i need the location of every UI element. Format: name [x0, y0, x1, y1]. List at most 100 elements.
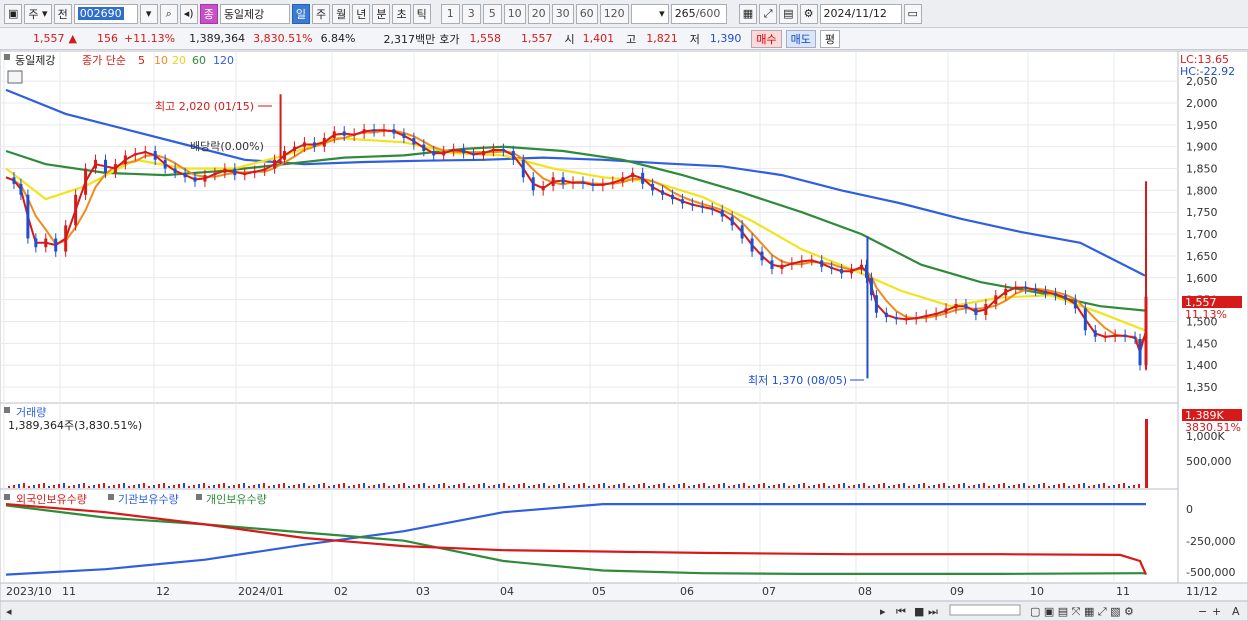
volume-bar: [248, 486, 250, 488]
legend-ma10[interactable]: 10: [154, 54, 168, 67]
legend-marker: [4, 54, 10, 60]
volume-title[interactable]: 거래량: [16, 406, 46, 419]
candle-body: [1024, 286, 1028, 289]
candle-body: [243, 172, 247, 176]
volume-bar: [1088, 486, 1090, 488]
volume-bar: [668, 486, 670, 488]
candle-body: [894, 317, 898, 320]
volume-bar: [753, 485, 755, 488]
scroll-last-icon[interactable]: ⏭: [928, 605, 938, 618]
volume-panel: [0, 402, 1179, 490]
foreign-holdings-label[interactable]: 외국인보유수량: [16, 493, 87, 506]
volume-bar: [648, 486, 650, 488]
volume-bar: [663, 483, 665, 488]
volume-bar: [48, 486, 50, 488]
volume-bar: [423, 483, 425, 488]
stock-chart[interactable]: 2,0502,0001,9501,9001,8501,8001,7501,700…: [0, 0, 1248, 621]
volume-bar: [968, 486, 970, 488]
volume-bar: [723, 483, 725, 488]
volume-bar: [833, 485, 835, 488]
candle-body: [44, 238, 48, 248]
date-tick-label: 2024/01: [238, 585, 284, 598]
volume-bar: [868, 486, 870, 488]
volume-bar: [908, 486, 910, 488]
volume-bar: [158, 484, 160, 488]
price-tick-label: 1,350: [1186, 381, 1218, 394]
volume-bar: [338, 484, 340, 488]
candle-body: [1113, 334, 1117, 337]
candle-body: [26, 194, 30, 239]
volume-bar: [28, 486, 30, 488]
volume-bar: [788, 486, 790, 488]
volume-bar: [903, 483, 905, 488]
candle-body: [462, 148, 466, 154]
zoom-out-icon[interactable]: −: [1198, 605, 1207, 618]
candle-body: [730, 216, 734, 226]
volume-bar: [88, 486, 90, 488]
table-view-icon[interactable]: [7, 70, 23, 84]
date-tick-label: 11: [62, 585, 76, 598]
volume-bar: [403, 483, 405, 488]
scroll-first-icon[interactable]: ⏮: [896, 605, 906, 618]
date-tick-label: 07: [762, 585, 776, 598]
volume-legend-marker: [4, 407, 10, 413]
volume-bar: [333, 485, 335, 488]
candle-body: [869, 277, 873, 296]
volume-bar: [768, 486, 770, 488]
scroll-play-icon[interactable]: ▸: [880, 605, 886, 618]
candle-body: [521, 159, 525, 178]
volume-bar: [323, 483, 325, 488]
date-tick-label: 06: [680, 585, 694, 598]
scroll-stop-icon[interactable]: ■: [914, 605, 924, 618]
price-tick-label: 1,850: [1186, 163, 1218, 176]
individual-holdings-label[interactable]: 개인보유수량: [206, 493, 267, 506]
legend-stock-name[interactable]: 동일제강: [15, 53, 55, 67]
volume-bar: [808, 486, 810, 488]
volume-bar: [673, 485, 675, 488]
dividend-annotation: 배당락(0.00%): [190, 140, 264, 153]
candle-body: [924, 314, 928, 318]
price-tick-label: 1,950: [1186, 119, 1218, 132]
volume-bar: [1138, 484, 1140, 488]
candle-body: [332, 131, 336, 138]
volume-bar: [728, 486, 730, 488]
volume-bar: [358, 484, 360, 488]
volume-bar: [888, 486, 890, 488]
volume-bar: [658, 484, 660, 488]
legend-ma5[interactable]: 5: [138, 54, 145, 67]
volume-bar: [388, 486, 390, 488]
candle-body: [700, 205, 704, 208]
volume-bar: [538, 484, 540, 488]
volume-bar: [398, 484, 400, 488]
candle-body: [54, 238, 58, 252]
candle-body: [273, 159, 277, 169]
layout-icons[interactable]: ▢ ▣ ▤ ⤧ ▦ ⤢ ▧ ⚙: [1030, 605, 1134, 618]
legend-ma-title[interactable]: 종가 단순: [82, 54, 126, 67]
zoom-slider[interactable]: [949, 604, 1021, 616]
zoom-in-icon[interactable]: +: [1212, 605, 1221, 618]
text-tool-icon[interactable]: A: [1232, 605, 1240, 618]
volume-bar: [103, 483, 105, 488]
volume-bar: [568, 486, 570, 488]
candle-body: [641, 172, 645, 184]
legend-ma20[interactable]: 20: [172, 54, 186, 67]
volume-bar: [513, 485, 515, 488]
volume-bar: [1083, 483, 1085, 488]
volume-bar: [283, 483, 285, 488]
volume-bar: [258, 484, 260, 488]
candle-body: [1073, 299, 1077, 309]
legend-ma120[interactable]: 120: [213, 54, 234, 67]
holdings-tick-250k: -250,000: [1186, 535, 1235, 548]
volume-bar: [883, 483, 885, 488]
candle-body: [651, 183, 655, 191]
candle-body: [19, 183, 23, 195]
volume-bar: [208, 486, 210, 488]
scroll-left-icon[interactable]: ◂: [6, 605, 12, 618]
hc-label: HC:-22.92: [1180, 65, 1235, 78]
volume-bar: [898, 484, 900, 488]
institution-holdings-label[interactable]: 기관보유수량: [118, 493, 179, 506]
volume-bar: [98, 484, 100, 488]
volume-bar: [953, 485, 955, 488]
x-axis-area: [0, 582, 1248, 602]
legend-ma60[interactable]: 60: [192, 54, 206, 67]
